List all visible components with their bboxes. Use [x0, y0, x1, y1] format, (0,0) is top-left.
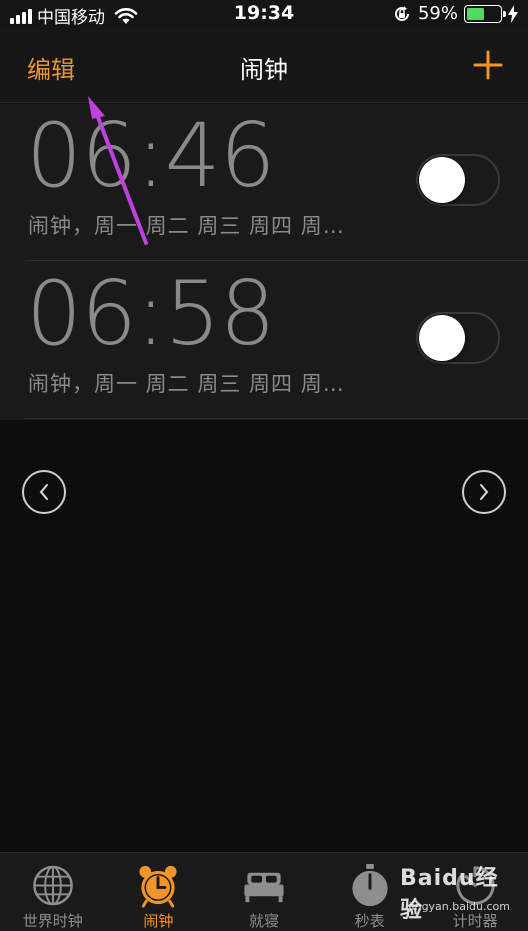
alarm-row[interactable]: 06:58 闹钟，周一 周二 周三 周四 周… — [0, 262, 528, 420]
row-divider — [25, 418, 528, 419]
tab-label: 就寝 — [248, 912, 279, 930]
row-divider — [25, 260, 528, 261]
alarm-list: 06:46 闹钟，周一 周二 周三 周四 周… 06:58 闹钟，周一 周二 周… — [0, 104, 528, 420]
watermark-url: jingyan.baidu.com — [408, 900, 510, 913]
previous-button[interactable] — [22, 470, 66, 514]
baidu-watermark: Baidu经验 jingyan.baidu.com — [400, 860, 510, 923]
tab-world-clock[interactable]: 世界时钟 — [0, 853, 106, 931]
alarm-row[interactable]: 06:46 闹钟，周一 周二 周三 周四 周… — [0, 104, 528, 262]
tab-label: 闹钟 — [143, 912, 174, 930]
globe-icon — [32, 865, 73, 906]
tab-alarm[interactable]: 闹钟 — [106, 853, 212, 931]
alarm-time: 06:46 — [26, 104, 276, 207]
charging-icon — [508, 4, 518, 23]
alarm-label: 闹钟，周一 周二 周三 周四 周… — [28, 214, 345, 238]
navigation-bar: 编辑 闹钟 — [0, 30, 528, 103]
alarm-toggle[interactable] — [416, 154, 500, 206]
watermark-logo: Baidu经验 — [400, 866, 499, 923]
battery-percent: 59% — [417, 3, 458, 24]
alarm-clock-icon — [139, 865, 177, 908]
alarm-label: 闹钟，周一 周二 周三 周四 周… — [28, 372, 345, 396]
bed-icon — [244, 872, 284, 903]
chevron-left-icon — [39, 484, 48, 500]
rotation-lock-icon — [395, 5, 409, 21]
status-right: 59% — [392, 3, 518, 24]
page-title: 闹钟 — [240, 56, 288, 84]
chevron-right-icon — [480, 484, 489, 500]
status-bar: 中国移动 19:34 59% — [0, 0, 528, 30]
battery-icon — [464, 4, 506, 23]
empty-area — [0, 420, 528, 852]
battery-fill — [467, 7, 485, 20]
tab-bedtime[interactable]: 就寝 — [211, 853, 317, 931]
toggle-knob — [419, 157, 465, 203]
alarm-toggle[interactable] — [416, 312, 500, 364]
stopwatch-icon — [351, 863, 388, 907]
tab-label: 秒表 — [354, 912, 385, 930]
next-button[interactable] — [462, 470, 506, 514]
plus-icon[interactable] — [473, 50, 503, 80]
alarm-time: 06:58 — [26, 262, 276, 365]
toggle-knob — [419, 315, 465, 361]
tab-label: 世界时钟 — [22, 912, 83, 930]
